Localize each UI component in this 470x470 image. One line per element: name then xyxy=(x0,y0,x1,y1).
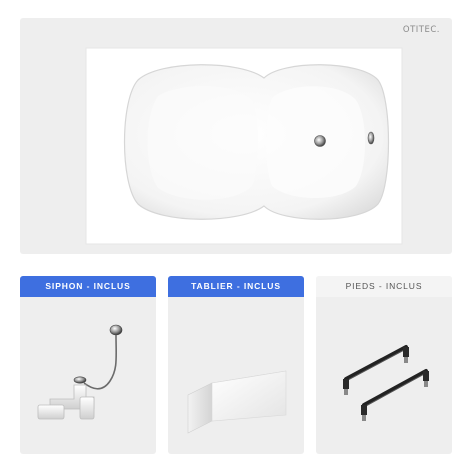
feet-card-label: PIEDS - INCLUS xyxy=(316,276,452,297)
bathtub-hero-image: OTITEC. xyxy=(20,18,452,254)
drain-icon xyxy=(314,135,326,147)
siphon-card-label: SIPHON - INCLUS xyxy=(20,276,156,297)
siphon-card: SIPHON - INCLUS xyxy=(20,276,156,454)
tub-feet-icon xyxy=(343,345,429,421)
apron-panel-icon xyxy=(187,370,287,434)
apron-card: TABLIER - INCLUS xyxy=(168,276,304,454)
feet-card: PIEDS - INCLUS xyxy=(316,276,452,454)
apron-card-label: TABLIER - INCLUS xyxy=(168,276,304,297)
overflow-icon xyxy=(367,131,375,145)
siphon-icon xyxy=(37,324,123,420)
brand-logo: OTITEC. xyxy=(402,25,440,35)
bathtub-top-view xyxy=(85,47,403,245)
